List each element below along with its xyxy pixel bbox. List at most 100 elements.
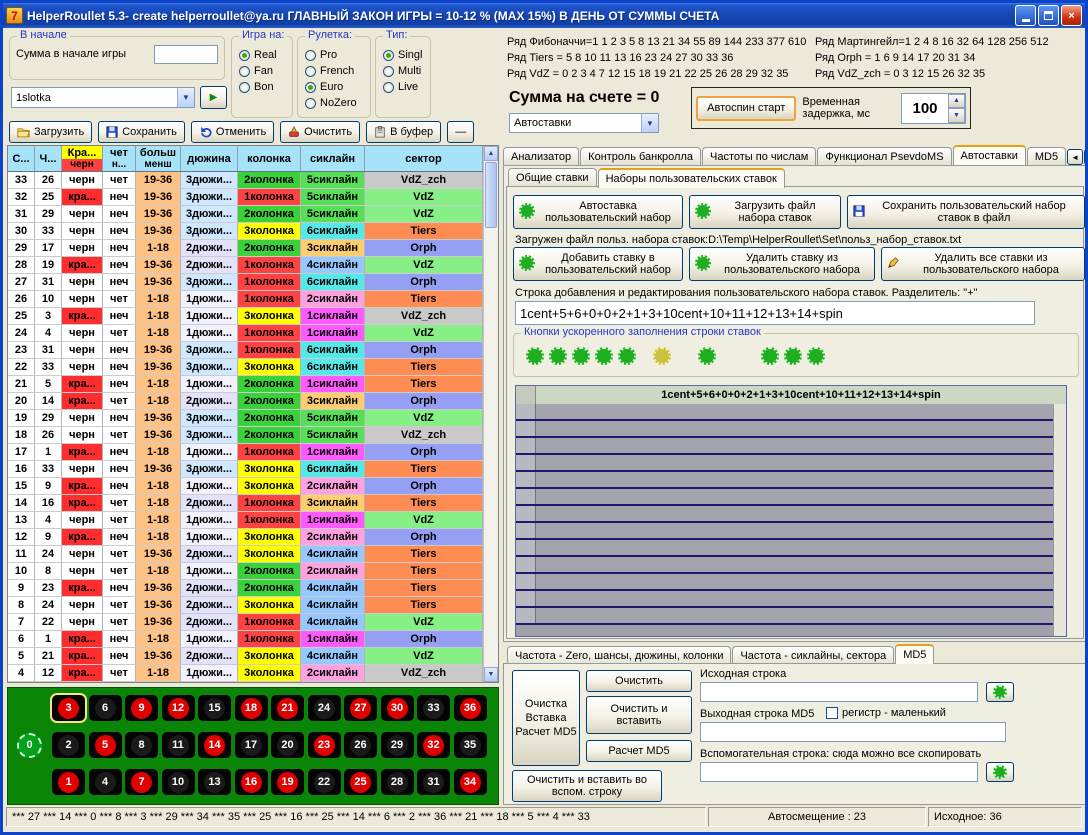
column-header-4[interactable]: четн... [103,146,136,171]
board-cell-26[interactable]: 26 [344,732,377,758]
column-header-1[interactable]: С... [8,146,35,171]
toolbar-button-4[interactable]: Очистить [280,121,360,143]
toolbar-button-2[interactable]: Сохранить [98,121,185,143]
chip-button-10[interactable] [807,347,825,365]
scrollbar-track[interactable] [484,229,498,667]
set-button-r2-3[interactable]: Удалить все ставки из пользовательского … [881,247,1085,281]
board-cell-36[interactable]: 36 [454,695,487,721]
board-cell-10[interactable]: 10 [162,769,195,795]
chip-button-5[interactable] [618,347,636,365]
maximize-button[interactable] [1038,5,1059,26]
bet-list-row[interactable] [516,438,1053,455]
bet-list-row[interactable] [516,455,1053,472]
scroll-down-icon[interactable]: ▼ [484,667,498,682]
board-cell-28[interactable]: 28 [381,769,414,795]
md5-clear-insert-calc-button[interactable]: Очистка Вставка Расчет MD5 [512,670,580,766]
board-cell-11[interactable]: 11 [162,732,195,758]
table-row[interactable]: 215кра...неч1-181дюжи...2колонка1сиклайн… [8,376,483,393]
board-cell-7[interactable]: 7 [125,769,158,795]
md5-output-input[interactable] [700,722,1006,742]
board-cell-35[interactable]: 35 [454,732,487,758]
table-row[interactable]: 253кра...неч1-181дюжи...3колонка1сиклайн… [8,308,483,325]
table-row[interactable]: 2233черннеч19-363дюжи...3колонка6сиклайн… [8,359,483,376]
tab-scroll-left-icon[interactable]: ◄ [1067,149,1083,165]
board-cell-30[interactable]: 30 [381,695,414,721]
table-row[interactable]: 412кра...чет1-181дюжи...3колонка2сиклайн… [8,665,483,682]
table-row[interactable]: 923кра...неч19-362дюжи...2колонка4сиклай… [8,580,483,597]
set-button-r1-3[interactable]: Сохранить пользовательский набор ставок … [847,195,1085,229]
board-cell-33[interactable]: 33 [417,695,450,721]
table-row[interactable]: 171кра...неч1-181дюжи...1колонка1сиклайн… [8,444,483,461]
chip-button-1[interactable] [526,347,544,365]
bet-list-row[interactable] [516,421,1053,438]
board-cell-27[interactable]: 27 [344,695,377,721]
toolbar-button-5[interactable]: В буфер [366,121,441,143]
start-sum-input[interactable] [154,45,218,64]
bottom-tab-3[interactable]: MD5 [895,644,934,664]
subtab-2[interactable]: Наборы пользовательских ставок [598,168,785,188]
chevron-down-icon[interactable]: ▼ [177,88,194,107]
chip-button-2[interactable] [549,347,567,365]
spinner-down-button[interactable]: ▼ [948,108,965,123]
bet-list-scrollbar[interactable] [1053,404,1066,636]
bet-list-row[interactable] [516,472,1053,489]
chip-button-6[interactable] [653,347,671,365]
board-cell-24[interactable]: 24 [308,695,341,721]
md5-clear-insert-aux-button[interactable]: Очистить и вставить во вспом. строку [512,770,662,802]
board-cell-20[interactable]: 20 [271,732,304,758]
tab-1[interactable]: Анализатор [503,147,579,165]
board-cell-23[interactable]: 23 [308,732,341,758]
tab-5[interactable]: Автоставки [953,145,1026,165]
chip-button-7[interactable] [698,347,716,365]
table-row[interactable]: 2819кра...неч19-362дюжи...1колонка4сикла… [8,257,483,274]
scrollbar-thumb[interactable] [485,162,497,228]
table-row[interactable]: 1633черннеч19-363дюжи...3колонка6сиклайн… [8,461,483,478]
checkbox-icon[interactable] [826,707,838,719]
close-button[interactable]: × [1061,5,1082,26]
set-button-r1-1[interactable]: Автоставка пользовательский набор [513,195,683,229]
type-option-singl[interactable]: Singl [383,49,430,61]
board-cell-29[interactable]: 29 [381,732,414,758]
board-cell-19[interactable]: 19 [271,769,304,795]
table-row[interactable]: 2731черннеч19-363дюжи...1колонка6сиклайн… [8,274,483,291]
roulette-option-nozero[interactable]: NoZero [305,97,370,109]
game-option-bon[interactable]: Bon [239,81,292,93]
column-header-5[interactable]: большменш [136,146,181,171]
table-row[interactable]: 3033черннеч19-363дюжи...3колонка6сиклайн… [8,223,483,240]
toolbar-button-3[interactable]: Отменить [191,121,274,143]
tab-2[interactable]: Контроль банкролла [580,147,701,165]
board-cell-2[interactable]: 2 [52,732,85,758]
column-header-3[interactable]: Кра...черн [62,146,103,171]
board-cell-6[interactable]: 6 [89,695,122,721]
column-header-6[interactable]: дюжина [181,146,238,171]
spinner-up-button[interactable]: ▲ [948,94,965,109]
chip-button-4[interactable] [595,347,613,365]
game-option-fan[interactable]: Fan [239,65,292,77]
toolbar-button-6[interactable]: — [447,121,474,143]
table-row[interactable]: 3225кра...неч19-363дюжи...1колонка5сикла… [8,189,483,206]
table-row[interactable]: 521кра...неч19-362дюжи...3колонка4сиклай… [8,648,483,665]
tab-6[interactable]: MD5 [1027,147,1066,165]
set-button-r1-2[interactable]: Загрузить файл набора ставок [689,195,841,229]
tab-3[interactable]: Частоты по числам [702,147,816,165]
column-header-8[interactable]: сиклайн [301,146,365,171]
board-cell-21[interactable]: 21 [271,695,304,721]
board-cell-16[interactable]: 16 [235,769,268,795]
table-row[interactable]: 3129черннеч19-363дюжи...2колонка5сиклайн… [8,206,483,223]
board-cell-22[interactable]: 22 [308,769,341,795]
board-cell-1[interactable]: 1 [52,769,85,795]
bet-list-row[interactable] [516,404,1053,421]
history-scrollbar[interactable]: ▲ ▼ [483,146,498,682]
table-row[interactable]: 1124чернчет19-362дюжи...3колонка4сиклайн… [8,546,483,563]
bet-list-row[interactable] [516,557,1053,574]
table-row[interactable]: 824чернчет19-362дюжи...3колонка4сиклайнT… [8,597,483,614]
table-row[interactable]: 2610чернчет1-181дюжи...1колонка2сиклайнT… [8,291,483,308]
board-cell-13[interactable]: 13 [198,769,231,795]
bet-list-row[interactable] [516,574,1053,591]
board-cell-25[interactable]: 25 [344,769,377,795]
toolbar-button-1[interactable]: Загрузить [9,121,92,143]
tab-4[interactable]: Функционал PsevdoMS [817,147,951,165]
table-row[interactable]: 722чернчет19-362дюжи...1колонка4сиклайнV… [8,614,483,631]
md5-source-input[interactable] [700,682,978,702]
md5-aux-input[interactable] [700,762,978,782]
